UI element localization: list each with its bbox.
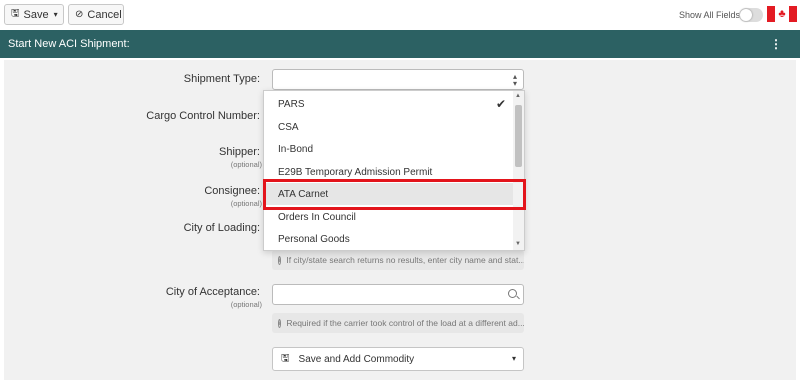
shipment-type-label: Shipment Type: bbox=[183, 73, 260, 85]
dropdown-option-label: Personal Goods bbox=[278, 233, 350, 245]
shipper-label-wrap: Shipper: (optional) bbox=[0, 146, 262, 169]
city-acceptance-hint-text: Required if the carrier took control of … bbox=[286, 318, 524, 328]
city-acceptance-label-wrap: City of Acceptance: (optional) bbox=[0, 286, 262, 309]
save-button-label: Save bbox=[23, 8, 49, 21]
info-icon: i bbox=[278, 255, 282, 265]
info-icon: i bbox=[278, 318, 282, 328]
save-and-add-commodity-button[interactable]: 🖫 Save and Add Commodity ▾ bbox=[272, 347, 524, 371]
highlight-box bbox=[263, 179, 526, 210]
city-loading-label-wrap: City of Loading: bbox=[0, 222, 262, 234]
floppy-disk-icon: 🖫 bbox=[11, 8, 20, 19]
city-acceptance-label: City of Acceptance: bbox=[165, 286, 260, 298]
chevron-down-icon: ▾ bbox=[53, 10, 58, 19]
scrollbar-thumb[interactable] bbox=[515, 105, 522, 167]
shipper-optional: (optional) bbox=[230, 160, 262, 169]
dropdown-option-label: Orders In Council bbox=[278, 211, 356, 223]
consignee-label-wrap: Consignee: (optional) bbox=[0, 185, 262, 208]
shipment-type-select[interactable]: ▴ ▾ bbox=[272, 69, 524, 90]
cancel-button[interactable]: ⊘ Cancel bbox=[68, 4, 124, 25]
search-icon bbox=[508, 289, 517, 298]
checkmark-icon: ✔ bbox=[495, 97, 506, 111]
city-loading-hint: i If city/state search returns no result… bbox=[272, 250, 524, 270]
consignee-optional: (optional) bbox=[230, 199, 262, 208]
shipment-type-dropdown: PARS ✔ CSA In-Bond E29B Temporary Admiss… bbox=[263, 90, 525, 251]
chevron-down-icon: ▾ bbox=[511, 354, 516, 363]
city-acceptance-hint: i Required if the carrier took control o… bbox=[272, 313, 524, 333]
cancel-button-label: Cancel bbox=[87, 8, 122, 21]
consignee-label: Consignee: bbox=[204, 185, 260, 197]
floppy-disk-icon: 🖫 bbox=[281, 352, 290, 364]
city-loading-label: City of Loading: bbox=[183, 222, 260, 234]
section-title: Start New ACI Shipment: bbox=[8, 38, 130, 50]
dropdown-option-in-bond[interactable]: In-Bond bbox=[264, 138, 514, 160]
section-header: Start New ACI Shipment: ⋮ bbox=[0, 30, 800, 58]
dropdown-option-label: PARS bbox=[278, 98, 305, 110]
toolbar: 🖫 Save ▾ ⊘ Cancel Show All Fields ♣ bbox=[0, 0, 800, 30]
city-loading-hint-text: If city/state search returns no results,… bbox=[286, 255, 524, 265]
save-button[interactable]: 🖫 Save ▾ bbox=[4, 4, 64, 25]
dropdown-option-csa[interactable]: CSA bbox=[264, 116, 514, 138]
dropdown-option-pars[interactable]: PARS ✔ bbox=[264, 93, 514, 115]
show-all-fields-toggle[interactable] bbox=[739, 8, 763, 22]
dropdown-option-label: CSA bbox=[278, 121, 299, 133]
shipment-type-label-wrap: Shipment Type: bbox=[0, 73, 262, 85]
show-all-fields-label: Show All Fields bbox=[678, 10, 740, 20]
cargo-control-label-wrap: Cargo Control Number: bbox=[0, 110, 262, 122]
canada-flag-icon[interactable]: ♣ bbox=[767, 6, 797, 22]
dropdown-scrollbar[interactable]: ▲ ▼ bbox=[513, 91, 524, 250]
scroll-up-icon[interactable]: ▲ bbox=[515, 93, 521, 99]
save-and-add-commodity-label: Save and Add Commodity bbox=[298, 353, 415, 365]
city-acceptance-optional: (optional) bbox=[230, 300, 262, 309]
cargo-control-label: Cargo Control Number: bbox=[146, 110, 260, 122]
shipper-label: Shipper: bbox=[219, 146, 260, 158]
scroll-down-icon[interactable]: ▼ bbox=[515, 241, 521, 247]
dropdown-option-label: In-Bond bbox=[278, 143, 314, 155]
dropdown-option-label: E29B Temporary Admission Permit bbox=[278, 166, 433, 178]
city-acceptance-input[interactable] bbox=[272, 284, 524, 305]
select-arrows-icon: ▴ ▾ bbox=[512, 72, 517, 88]
dropdown-option-personal-goods[interactable]: Personal Goods bbox=[264, 228, 514, 250]
vertical-ellipsis-icon[interactable]: ⋮ bbox=[770, 37, 782, 51]
cancel-circle-icon: ⊘ bbox=[75, 9, 84, 20]
